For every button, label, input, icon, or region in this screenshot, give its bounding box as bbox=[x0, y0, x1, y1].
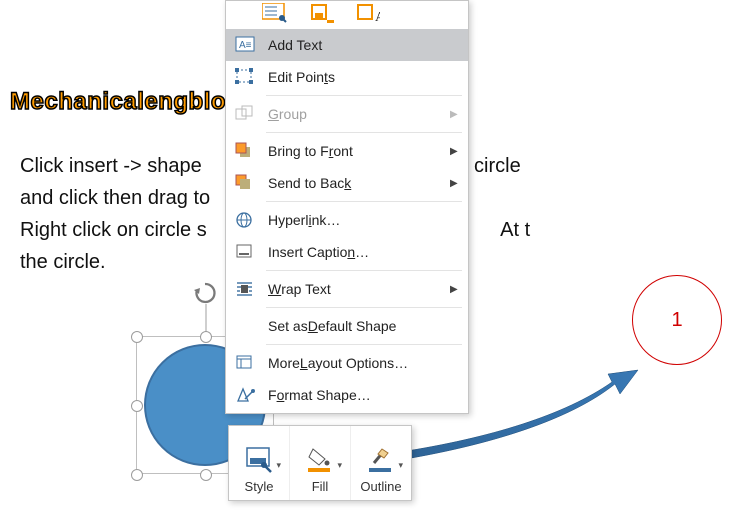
outline-icon bbox=[366, 445, 396, 473]
menu-item-label: Send to Back bbox=[268, 175, 442, 191]
wrap-text-icon bbox=[234, 278, 256, 300]
menu-hyperlink[interactable]: Hyperlink… bbox=[226, 204, 468, 236]
menu-wrap-text[interactable]: Wrap Text ▶ bbox=[226, 273, 468, 305]
text-box-icon[interactable]: A bbox=[356, 3, 380, 23]
fill-icon bbox=[305, 445, 335, 473]
text-line: Right click on circle s bbox=[20, 219, 207, 241]
dropdown-arrow-icon: ▾ bbox=[276, 460, 281, 471]
menu-item-label: Add Text bbox=[268, 37, 460, 53]
menu-insert-caption[interactable]: Insert Caption… bbox=[226, 236, 468, 268]
hyperlink-icon bbox=[234, 209, 256, 231]
resize-handle[interactable] bbox=[200, 331, 212, 343]
menu-item-label: Bring to Front bbox=[268, 143, 442, 159]
dropdown-arrow-icon: ▾ bbox=[398, 460, 403, 471]
menu-top-toolbar: A bbox=[226, 1, 468, 29]
style-icon bbox=[244, 445, 274, 473]
format-shape-icon bbox=[234, 384, 256, 406]
menu-separator bbox=[266, 132, 462, 133]
rotate-handle-icon[interactable] bbox=[194, 282, 216, 304]
resize-handle[interactable] bbox=[131, 400, 143, 412]
menu-format-shape[interactable]: Format Shape… bbox=[226, 379, 468, 411]
menu-bring-to-front[interactable]: Bring to Front ▶ bbox=[226, 135, 468, 167]
text-fragment: circle bbox=[474, 155, 521, 177]
menu-separator bbox=[266, 95, 462, 96]
edit-points-icon bbox=[234, 66, 256, 88]
menu-item-label: Set as Default Shape bbox=[268, 318, 460, 334]
menu-more-layout[interactable]: More Layout Options… bbox=[226, 347, 468, 379]
menu-item-label: Group bbox=[268, 106, 442, 122]
shape-context-menu: A A≡ Add Text Edit Points Group ▶ Bring … bbox=[225, 0, 469, 414]
svg-text:A: A bbox=[375, 10, 380, 23]
svg-text:A≡: A≡ bbox=[239, 40, 252, 51]
submenu-arrow-icon: ▶ bbox=[450, 146, 460, 157]
mini-btn-label: Fill bbox=[312, 479, 329, 494]
menu-separator bbox=[266, 307, 462, 308]
menu-group: Group ▶ bbox=[226, 98, 468, 130]
style-gallery-icon[interactable] bbox=[262, 3, 288, 23]
submenu-arrow-icon: ▶ bbox=[450, 284, 460, 295]
menu-item-label: Insert Caption… bbox=[268, 244, 460, 260]
text-line: and click then drag to bbox=[20, 187, 210, 209]
submenu-arrow-icon: ▶ bbox=[450, 178, 460, 189]
mini-btn-label: Style bbox=[245, 479, 274, 494]
submenu-arrow-icon: ▶ bbox=[450, 109, 460, 120]
red-circle: 1 bbox=[632, 275, 722, 365]
send-back-icon bbox=[234, 172, 256, 194]
menu-item-label: Wrap Text bbox=[268, 281, 442, 297]
shape-mini-toolbar: Style ▾ Fill ▾ Outline ▾ bbox=[228, 425, 412, 501]
layout-options-icon bbox=[234, 352, 256, 374]
bring-front-icon bbox=[234, 140, 256, 162]
menu-item-label: Hyperlink… bbox=[268, 212, 460, 228]
mini-style-button[interactable]: Style ▾ bbox=[229, 426, 289, 500]
menu-item-label: Edit Points bbox=[268, 69, 460, 85]
menu-separator bbox=[266, 344, 462, 345]
blank-icon bbox=[234, 315, 256, 337]
menu-edit-points[interactable]: Edit Points bbox=[226, 61, 468, 93]
text-line: the circle. bbox=[20, 251, 106, 273]
menu-separator bbox=[266, 270, 462, 271]
red-circle-label: 1 bbox=[671, 309, 682, 332]
menu-send-to-back[interactable]: Send to Back ▶ bbox=[226, 167, 468, 199]
result-shape[interactable]: 1 bbox=[632, 275, 722, 365]
caption-icon bbox=[234, 241, 256, 263]
dropdown-arrow-icon: ▾ bbox=[337, 460, 342, 471]
mini-btn-label: Outline bbox=[360, 479, 401, 494]
mini-outline-button[interactable]: Outline ▾ bbox=[350, 426, 411, 500]
mini-fill-button[interactable]: Fill ▾ bbox=[289, 426, 350, 500]
menu-add-text[interactable]: A≡ Add Text bbox=[226, 29, 468, 61]
menu-set-default-shape[interactable]: Set as Default Shape bbox=[226, 310, 468, 342]
resize-handle[interactable] bbox=[131, 331, 143, 343]
resize-handle[interactable] bbox=[131, 469, 143, 481]
add-text-icon: A≡ bbox=[234, 34, 256, 56]
resize-handle[interactable] bbox=[200, 469, 212, 481]
menu-separator bbox=[266, 201, 462, 202]
group-icon bbox=[234, 103, 256, 125]
fill-bucket-icon[interactable] bbox=[310, 3, 334, 23]
text-line: Click insert -> shape bbox=[20, 155, 202, 177]
text-fragment: At t bbox=[500, 219, 530, 241]
menu-item-label: More Layout Options… bbox=[268, 355, 460, 371]
menu-item-label: Format Shape… bbox=[268, 387, 460, 403]
